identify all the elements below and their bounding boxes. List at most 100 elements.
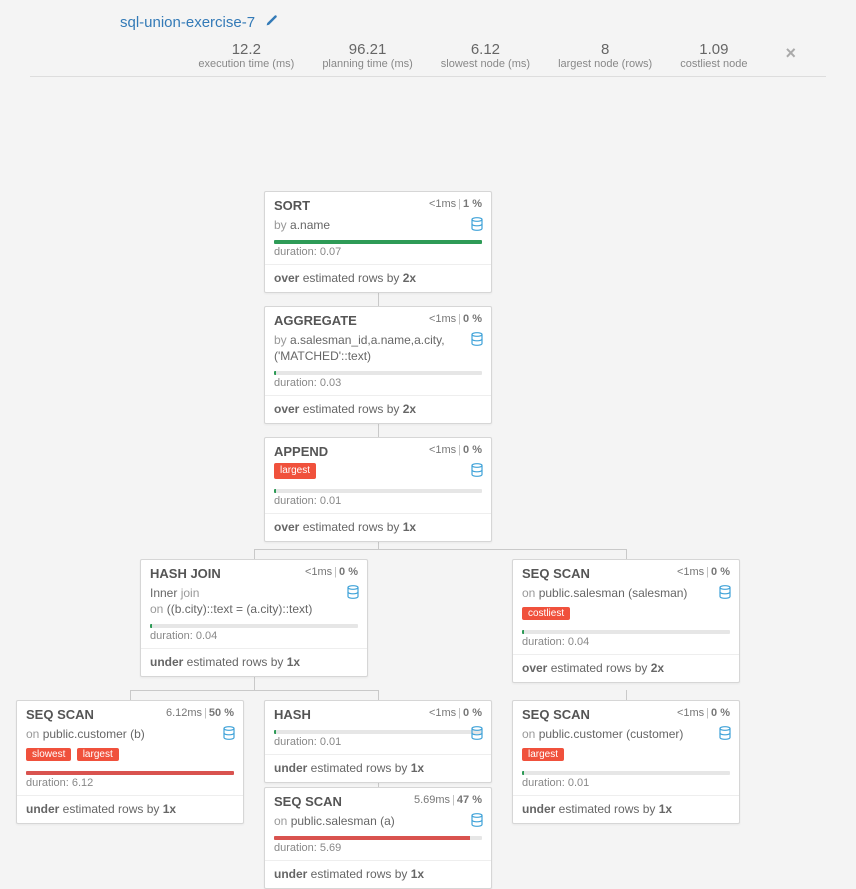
node-seq-scan-salesman[interactable]: SEQ SCAN <1ms|0 % on public.salesman (sa…: [512, 559, 740, 683]
connector: [254, 549, 626, 550]
connector: [130, 690, 131, 700]
stat-label: largest node (rows): [558, 58, 652, 70]
database-icon[interactable]: [471, 463, 483, 482]
node-title: SEQ SCAN: [26, 707, 94, 722]
node-append[interactable]: APPEND <1ms|0 % largest duration: 0.01 o…: [264, 437, 492, 542]
node-duration: duration: 0.01: [513, 775, 739, 796]
stats-bar: 12.2 execution time (ms) 96.21 planning …: [30, 41, 826, 77]
stat-label: slowest node (ms): [441, 58, 530, 70]
database-icon[interactable]: [471, 813, 483, 832]
node-timing: <1ms|0 %: [677, 566, 730, 581]
node-header: HASH JOIN <1ms|0 %: [141, 560, 367, 583]
page-title: sql-union-exercise-7: [120, 14, 255, 31]
node-duration: duration: 5.69: [265, 840, 491, 861]
stat-value: 6.12: [441, 41, 530, 58]
node-title: SEQ SCAN: [274, 794, 342, 809]
badge-slowest: slowest: [26, 748, 71, 761]
node-seq-scan-customer-b[interactable]: SEQ SCAN 6.12ms|50 % on public.customer …: [16, 700, 244, 824]
node-title: SEQ SCAN: [522, 566, 590, 581]
node-aggregate[interactable]: AGGREGATE <1ms|0 % by a.salesman_id,a.na…: [264, 306, 492, 424]
node-title: HASH JOIN: [150, 566, 221, 581]
stat-value: 1.09: [680, 41, 747, 58]
node-header: AGGREGATE <1ms|0 %: [265, 307, 491, 330]
database-icon[interactable]: [471, 332, 483, 351]
node-timing: <1ms|1 %: [429, 198, 482, 213]
node-timing: 6.12ms|50 %: [166, 707, 234, 722]
node-estimate: over estimated rows by 1x: [265, 514, 491, 541]
node-hash-join[interactable]: HASH JOIN <1ms|0 % Inner join on ((b.cit…: [140, 559, 368, 677]
pencil-icon[interactable]: [265, 14, 278, 31]
node-title: SORT: [274, 198, 310, 213]
node-detail: Inner join on ((b.city)::text = (a.city)…: [141, 583, 367, 621]
node-detail: on public.salesman (salesman): [513, 583, 739, 605]
stat-largest-node: 8 largest node (rows): [558, 41, 652, 70]
node-header: SORT <1ms|1 %: [265, 192, 491, 215]
node-estimate: under estimated rows by 1x: [513, 796, 739, 823]
stat-value: 96.21: [322, 41, 412, 58]
node-timing: <1ms|0 %: [429, 707, 482, 722]
node-detail: by a.salesman_id,a.name,a.city,('MATCHED…: [265, 330, 491, 368]
node-seq-scan-customer[interactable]: SEQ SCAN <1ms|0 % on public.customer (cu…: [512, 700, 740, 824]
connector: [130, 690, 378, 691]
database-icon[interactable]: [471, 217, 483, 236]
node-header: APPEND <1ms|0 %: [265, 438, 491, 461]
node-duration: duration: 0.04: [141, 628, 367, 649]
node-duration: duration: 6.12: [17, 775, 243, 796]
node-header: SEQ SCAN <1ms|0 %: [513, 701, 739, 724]
database-icon[interactable]: [471, 726, 483, 745]
node-timing: 5.69ms|47 %: [414, 794, 482, 809]
node-timing: <1ms|0 %: [429, 313, 482, 328]
connector: [254, 549, 255, 559]
stat-value: 8: [558, 41, 652, 58]
stat-label: planning time (ms): [322, 58, 412, 70]
node-detail: on public.customer (customer): [513, 724, 739, 746]
database-icon[interactable]: [223, 726, 235, 745]
node-detail: [265, 724, 491, 740]
node-estimate: under estimated rows by 1x: [17, 796, 243, 823]
node-header: SEQ SCAN 6.12ms|50 %: [17, 701, 243, 724]
node-detail: on public.customer (b): [17, 724, 243, 746]
node-header: HASH <1ms|0 %: [265, 701, 491, 724]
node-estimate: under estimated rows by 1x: [265, 755, 491, 782]
stat-label: costliest node: [680, 58, 747, 70]
node-detail: on public.salesman (a): [265, 811, 491, 833]
connector: [378, 690, 379, 700]
node-timing: <1ms|0 %: [305, 566, 358, 581]
node-header: SEQ SCAN 5.69ms|47 %: [265, 788, 491, 811]
node-badges: costliest: [513, 605, 739, 627]
plan-tree: SORT <1ms|1 % by a.name duration: 0.07 o…: [0, 93, 856, 793]
connector: [626, 690, 627, 700]
node-detail: by a.name: [265, 215, 491, 237]
close-icon[interactable]: ×: [785, 43, 796, 64]
node-estimate: over estimated rows by 2x: [265, 396, 491, 423]
node-duration: duration: 0.01: [265, 493, 491, 514]
database-icon[interactable]: [719, 726, 731, 745]
node-title: APPEND: [274, 444, 328, 459]
page-title-row: sql-union-exercise-7: [0, 10, 856, 41]
node-sort[interactable]: SORT <1ms|1 % by a.name duration: 0.07 o…: [264, 191, 492, 293]
node-estimate: under estimated rows by 1x: [141, 649, 367, 676]
node-hash[interactable]: HASH <1ms|0 % duration: 0.01 under estim…: [264, 700, 492, 783]
node-badges: largest: [265, 461, 491, 486]
connector: [626, 549, 627, 559]
node-duration: duration: 0.07: [265, 244, 491, 265]
node-estimate: over estimated rows by 2x: [265, 265, 491, 292]
node-duration: duration: 0.04: [513, 634, 739, 655]
node-title: SEQ SCAN: [522, 707, 590, 722]
stat-costliest-node: 1.09 costliest node: [680, 41, 747, 70]
stat-execution-time: 12.2 execution time (ms): [198, 41, 294, 70]
node-badges: slowest largest: [17, 746, 243, 768]
stat-slowest-node: 6.12 slowest node (ms): [441, 41, 530, 70]
badge-largest: largest: [522, 748, 564, 761]
database-icon[interactable]: [347, 585, 359, 604]
node-estimate: under estimated rows by 1x: [265, 861, 491, 888]
node-title: HASH: [274, 707, 311, 722]
node-title: AGGREGATE: [274, 313, 357, 328]
stat-value: 12.2: [198, 41, 294, 58]
node-seq-scan-salesman-a[interactable]: SEQ SCAN 5.69ms|47 % on public.salesman …: [264, 787, 492, 889]
node-badges: largest: [513, 746, 739, 768]
database-icon[interactable]: [719, 585, 731, 604]
node-timing: <1ms|0 %: [429, 444, 482, 459]
stat-label: execution time (ms): [198, 58, 294, 70]
node-estimate: over estimated rows by 2x: [513, 655, 739, 682]
